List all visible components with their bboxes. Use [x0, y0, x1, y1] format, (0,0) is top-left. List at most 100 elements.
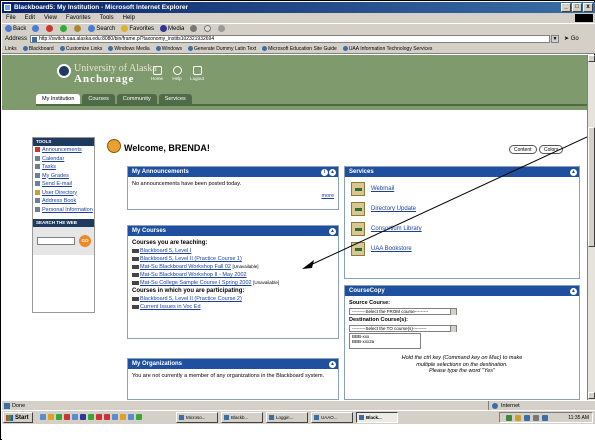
link-icon	[59, 46, 65, 52]
taskbar-clock: 11:35 AM	[568, 415, 589, 421]
address-input[interactable]: http://switch.uaa.alaska.edu:8080/bin/fr…	[30, 35, 550, 43]
print-icon	[218, 24, 226, 32]
quick-launch-icon[interactable]	[128, 414, 134, 420]
status-bar: Done Internet	[2, 400, 595, 411]
quick-launch-icon[interactable]	[80, 414, 86, 420]
tray-icon[interactable]	[542, 415, 548, 421]
menu-favorites[interactable]: Favorites	[66, 13, 91, 23]
taskbar-button[interactable]: Microso...	[176, 412, 218, 423]
forward-arrow-icon	[32, 24, 40, 32]
quick-launch-icon[interactable]	[40, 414, 46, 420]
scroll-down-arrow[interactable]	[588, 392, 595, 399]
link-windows-media[interactable]: Windows Media	[108, 44, 150, 53]
link-icon	[342, 46, 348, 52]
app-icon	[179, 415, 184, 420]
media-button[interactable]: Media	[160, 24, 184, 34]
system-tray: 11:35 AM	[499, 412, 593, 423]
scroll-up-arrow[interactable]	[588, 55, 595, 62]
taskbar-button[interactable]: Blackb...	[221, 412, 263, 423]
quick-launch-icon[interactable]	[48, 414, 54, 420]
address-label: Address	[5, 36, 28, 42]
status-text: Done	[12, 403, 26, 409]
refresh-button[interactable]	[60, 24, 68, 34]
refresh-icon	[60, 24, 68, 32]
quick-launch	[40, 414, 142, 420]
print-button[interactable]	[218, 24, 226, 34]
app-icon	[359, 415, 364, 420]
app-icon	[224, 415, 229, 420]
taskbar-button[interactable]: UAAO...	[311, 412, 353, 423]
start-button[interactable]: Start	[3, 412, 33, 423]
link-ms-education[interactable]: Microsoft Education Site Guide	[262, 44, 337, 53]
menu-edit[interactable]: Edit	[25, 13, 35, 23]
favorites-button[interactable]: Favorites	[121, 24, 154, 34]
page-done-icon	[4, 403, 10, 409]
maximize-button[interactable]: □	[572, 3, 582, 12]
history-icon	[190, 24, 198, 32]
quick-launch-icon[interactable]	[88, 414, 94, 420]
standard-toolbar: Back Search Favorites Media	[2, 23, 595, 34]
quick-launch-icon[interactable]	[96, 414, 102, 420]
go-button[interactable]: ➤ Go	[564, 34, 579, 44]
link-icon	[155, 46, 161, 52]
quick-launch-icon[interactable]	[56, 414, 62, 420]
quick-launch-icon[interactable]	[112, 414, 118, 420]
home-toolbar-icon	[74, 24, 82, 32]
quick-launch-icon[interactable]	[64, 414, 70, 420]
search-button[interactable]: Search	[88, 24, 115, 34]
back-arrow-icon	[5, 24, 12, 32]
tray-icon[interactable]	[515, 415, 521, 421]
windows-taskbar: Start Microso... Blackb... Loggin... UAA…	[2, 410, 595, 424]
quick-launch-icon[interactable]	[120, 414, 126, 420]
link-windows[interactable]: Windows	[155, 44, 182, 53]
links-label: Links	[5, 46, 17, 52]
link-icon	[262, 46, 268, 52]
address-bar: Address http://switch.uaa.alaska.edu:808…	[2, 34, 595, 44]
quick-launch-icon[interactable]	[104, 414, 110, 420]
quick-launch-icon[interactable]	[72, 414, 78, 420]
window-titlebar[interactable]: Blackboard5: My Institution - Microsoft …	[2, 2, 595, 13]
favorites-icon	[121, 24, 129, 32]
callout-arrow	[302, 136, 587, 269]
menu-view[interactable]: View	[44, 13, 57, 23]
back-button[interactable]: Back	[5, 24, 26, 34]
link-icon	[187, 46, 193, 52]
menu-bar: File Edit View Favorites Tools Help	[2, 13, 595, 23]
menu-file[interactable]: File	[6, 13, 16, 23]
tray-icon[interactable]	[506, 415, 512, 421]
history-button[interactable]	[190, 24, 198, 34]
app-icon	[314, 415, 319, 420]
close-button[interactable]: x	[583, 3, 593, 12]
mail-icon	[204, 24, 212, 32]
taskbar-button-active[interactable]: Black...	[356, 412, 398, 423]
bottom-margin	[2, 424, 595, 440]
vertical-scrollbar[interactable]	[587, 55, 595, 400]
mail-button[interactable]	[204, 24, 212, 34]
taskbar-button[interactable]: Loggin...	[266, 412, 308, 423]
browser-window: Blackboard5: My Institution - Microsoft …	[0, 0, 595, 440]
link-dummy-text[interactable]: Generate Dummy Latin Text	[187, 44, 256, 53]
link-icon	[108, 46, 114, 52]
link-customize[interactable]: Customize Links	[59, 44, 102, 53]
link-uaa-its[interactable]: UAA Information Technology Services	[342, 44, 432, 53]
search-icon	[88, 24, 96, 32]
link-blackboard[interactable]: Blackboard	[22, 44, 54, 53]
minimize-button[interactable]: _	[561, 3, 571, 12]
windows-logo-icon	[575, 14, 593, 22]
stop-button[interactable]	[46, 24, 54, 34]
address-dropdown-button[interactable]: ▼	[551, 35, 559, 43]
app-icon	[269, 415, 274, 420]
media-icon	[160, 24, 168, 32]
windows-flag-icon	[6, 415, 13, 421]
home-toolbar-button[interactable]	[74, 24, 82, 34]
internet-zone-icon	[492, 403, 498, 409]
scroll-thumb[interactable]	[588, 127, 595, 247]
tray-icon[interactable]	[533, 415, 539, 421]
menu-help[interactable]: Help	[123, 13, 135, 23]
window-title: Blackboard5: My Institution - Microsoft …	[14, 4, 189, 11]
menu-tools[interactable]: Tools	[100, 13, 114, 23]
tray-icon[interactable]	[524, 415, 530, 421]
link-icon	[22, 46, 28, 52]
quick-launch-icon[interactable]	[136, 414, 142, 420]
forward-button[interactable]	[32, 24, 40, 34]
